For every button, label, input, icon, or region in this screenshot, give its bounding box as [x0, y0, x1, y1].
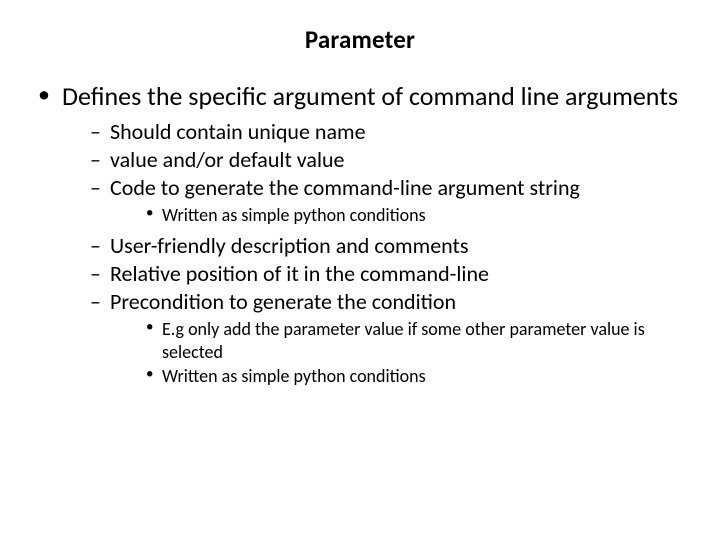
bullet-list: Defines the specific argument of command…: [36, 81, 684, 388]
bullet-l3: E.g only add the parameter value if some…: [144, 318, 684, 365]
bullet-l2-group: Should contain unique name value and/or …: [88, 118, 684, 389]
bullet-l2-text: Code to generate the command-line argume…: [110, 174, 580, 201]
slide: Parameter Defines the specific argument …: [0, 0, 720, 540]
bullet-l2-text: Precondition to generate the condition: [110, 288, 456, 315]
bullet-l2: value and/or default value: [88, 146, 684, 174]
bullet-l2: Code to generate the command-line argume…: [88, 174, 684, 228]
bullet-l1-text: Defines the specific argument of command…: [62, 80, 678, 112]
bullet-l2: Relative position of it in the command-l…: [88, 260, 684, 288]
bullet-l3-text: Written as simple python conditions: [162, 365, 426, 387]
bullet-l3-group: E.g only add the parameter value if some…: [144, 318, 684, 388]
bullet-l3-text: E.g only add the parameter value if some…: [162, 318, 645, 363]
bullet-l3-text: Written as simple python conditions: [162, 204, 426, 226]
bullet-l2: Precondition to generate the condition E…: [88, 288, 684, 388]
slide-title: Parameter: [36, 24, 684, 55]
bullet-l2: Should contain unique name: [88, 118, 684, 146]
bullet-l2-text: value and/or default value: [110, 146, 345, 173]
bullet-l2-text: Relative position of it in the command-l…: [110, 260, 489, 287]
bullet-l3: Written as simple python conditions: [144, 365, 684, 388]
bullet-l1: Defines the specific argument of command…: [36, 81, 684, 388]
bullet-l2: User-friendly description and comments: [88, 232, 684, 260]
bullet-l2-text: Should contain unique name: [110, 118, 366, 145]
bullet-l3: Written as simple python conditions: [144, 204, 684, 227]
bullet-l3-group: Written as simple python conditions: [144, 204, 684, 227]
bullet-l2-text: User-friendly description and comments: [110, 232, 468, 259]
